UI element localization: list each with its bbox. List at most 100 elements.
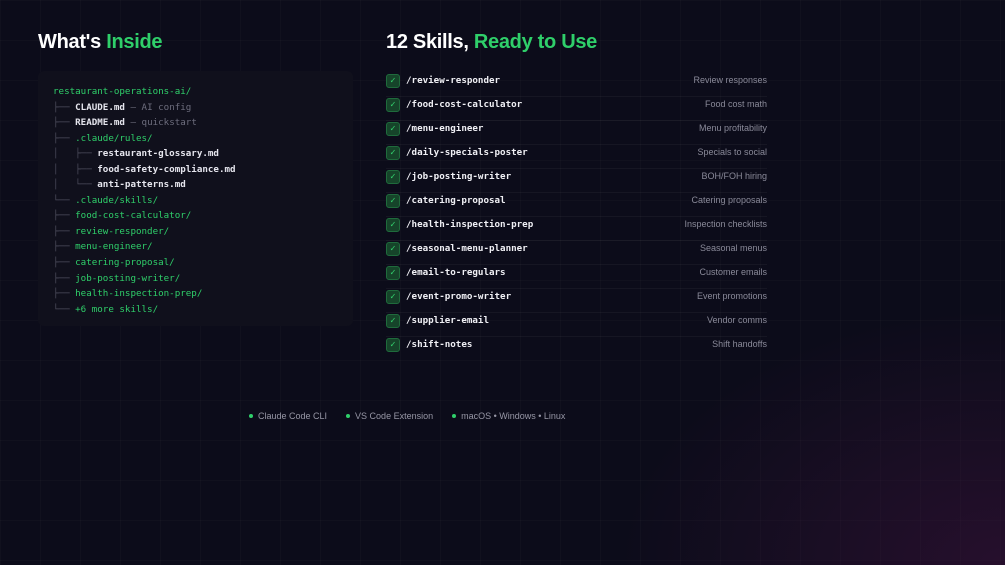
tree-entry-name: menu-engineer/ bbox=[75, 241, 153, 253]
tree-connector: ├── bbox=[53, 257, 76, 269]
skills-list: ✓ /review-responder Review responses ✓ /food… bbox=[386, 73, 767, 360]
tree-entry-name: food-cost-calculator/ bbox=[75, 210, 192, 222]
skill-command: /food-cost-calculator bbox=[406, 99, 523, 110]
tree-entry-name: food-safety-compliance.md bbox=[97, 163, 236, 175]
skill-description: Menu profitability bbox=[698, 123, 767, 133]
tree-folder: restaurant-operations-ai/ bbox=[53, 84, 353, 100]
dot-icon bbox=[452, 414, 457, 418]
skill-command: /seasonal-menu-planner bbox=[406, 243, 528, 254]
tree-entry-name: README.md bbox=[75, 117, 125, 129]
platform-badge: VS Code Extension bbox=[346, 411, 433, 421]
check-icon: ✓ bbox=[386, 242, 400, 256]
skill-description: Catering proposals bbox=[691, 195, 767, 205]
skill-command: /shift-notes bbox=[406, 339, 473, 350]
check-icon: ✓ bbox=[386, 122, 400, 136]
tree-entry-name: +6 more skills/ bbox=[75, 303, 159, 315]
tree-entry-name: restaurant-glossary.md bbox=[97, 148, 219, 160]
check-icon: ✓ bbox=[386, 194, 400, 208]
skill-command: /health-inspection-prep bbox=[406, 219, 534, 230]
tree-entry-name: restaurant-operations-ai/ bbox=[53, 86, 192, 97]
check-icon: ✓ bbox=[386, 314, 400, 328]
heading-accent: Inside bbox=[106, 31, 163, 53]
badge-label: VS Code Extension bbox=[355, 411, 434, 421]
whats-inside-heading: What's Inside bbox=[38, 31, 163, 54]
tree-folder: ├── catering-proposal/ bbox=[53, 255, 353, 271]
tree-connector: └── bbox=[53, 194, 76, 206]
check-icon: ✓ bbox=[386, 146, 400, 160]
tree-connector: └── bbox=[53, 303, 76, 315]
skill-row: ✓ /shift-notes Shift handoffs bbox=[386, 337, 767, 360]
tree-file: ├── README.md — quickstart bbox=[53, 115, 353, 131]
check-icon: ✓ bbox=[386, 290, 400, 304]
badge-label: Claude Code CLI bbox=[258, 411, 328, 421]
tree-entry-name: health-inspection-prep/ bbox=[75, 288, 203, 300]
check-icon: ✓ bbox=[386, 338, 400, 352]
skill-description: BOH/FOH hiring bbox=[701, 171, 767, 181]
file-tree-panel: restaurant-operations-ai/ ├── CLAUDE.md —… bbox=[38, 71, 353, 326]
skill-row: ✓ /job-posting-writer BOH/FOH hiring bbox=[386, 169, 767, 193]
tree-connector: ├── bbox=[53, 241, 76, 253]
tree-connector: ├── bbox=[53, 225, 76, 237]
tree-connector: ├── bbox=[53, 210, 76, 222]
tree-entry-name: review-responder/ bbox=[75, 225, 170, 237]
check-icon: ✓ bbox=[386, 170, 400, 184]
tree-connector: ├── bbox=[53, 132, 76, 144]
skill-row: ✓ /health-inspection-prep Inspection check… bbox=[386, 217, 767, 241]
skill-command: /email-to-regulars bbox=[406, 267, 506, 278]
skill-row: ✓ /review-responder Review responses bbox=[386, 73, 767, 97]
tree-entry-name: CLAUDE.md bbox=[75, 101, 125, 113]
tree-file: │ ├── restaurant-glossary.md bbox=[53, 146, 353, 162]
skill-row: ✓ /menu-engineer Menu profitability bbox=[386, 121, 767, 145]
tree-folder: ├── .claude/rules/ bbox=[53, 131, 353, 147]
skill-command: /review-responder bbox=[406, 75, 501, 86]
tree-connector: │ ├── bbox=[53, 148, 98, 160]
platform-badge: Claude Code CLI bbox=[249, 411, 327, 421]
tree-connector: ├── bbox=[53, 117, 76, 129]
skill-description: Seasonal menus bbox=[699, 243, 767, 253]
tree-connector: ├── bbox=[53, 101, 76, 113]
skill-command: /daily-specials-poster bbox=[406, 147, 528, 158]
check-icon: ✓ bbox=[386, 266, 400, 280]
skill-row: ✓ /email-to-regulars Customer emails bbox=[386, 265, 767, 289]
skill-description: Customer emails bbox=[699, 267, 767, 277]
skill-row: ✓ /food-cost-calculator Food cost math bbox=[386, 97, 767, 121]
tree-folder: ├── menu-engineer/ bbox=[53, 239, 353, 255]
dot-icon bbox=[249, 414, 253, 418]
tree-entry-comment: — quickstart bbox=[124, 117, 197, 129]
tree-folder: └── .claude/skills/ bbox=[53, 193, 353, 209]
tree-entry-name: anti-patterns.md bbox=[97, 179, 186, 191]
skills-heading: 12 Skills, Ready to Use bbox=[386, 31, 597, 54]
tree-entry-comment: — AI config bbox=[124, 101, 192, 113]
check-icon: ✓ bbox=[386, 74, 400, 88]
badge-label: macOS • Windows • Linux bbox=[461, 411, 566, 421]
platform-badge: macOS • Windows • Linux bbox=[452, 411, 565, 421]
skill-description: Shift handoffs bbox=[712, 339, 767, 349]
tree-connector: ├── bbox=[53, 272, 76, 284]
tree-folder: ├── job-posting-writer/ bbox=[53, 271, 353, 287]
skill-command: /supplier-email bbox=[406, 315, 489, 326]
skill-description: Vendor comms bbox=[706, 315, 767, 325]
tree-folder: └── +6 more skills/ bbox=[53, 302, 353, 318]
skill-command: /event-promo-writer bbox=[406, 291, 512, 302]
skill-row: ✓ /event-promo-writer Event promotions bbox=[386, 289, 767, 313]
tree-file: │ ├── food-safety-compliance.md bbox=[53, 162, 353, 178]
tree-file: ├── CLAUDE.md — AI config bbox=[53, 100, 353, 116]
tree-entry-name: job-posting-writer/ bbox=[75, 272, 181, 284]
skill-description: Event promotions bbox=[696, 291, 767, 301]
skill-description: Review responses bbox=[693, 75, 767, 85]
tree-entry-name: .claude/rules/ bbox=[75, 132, 153, 144]
skill-row: ✓ /catering-proposal Catering proposals bbox=[386, 193, 767, 217]
skill-command: /job-posting-writer bbox=[406, 171, 512, 182]
tree-entry-name: .claude/skills/ bbox=[75, 194, 159, 206]
tree-folder: ├── food-cost-calculator/ bbox=[53, 208, 353, 224]
tree-connector: │ └── bbox=[53, 179, 98, 191]
skill-command: /menu-engineer bbox=[406, 123, 484, 134]
heading-text: 12 Skills, bbox=[386, 31, 474, 53]
tree-connector: │ ├── bbox=[53, 163, 98, 175]
skill-row: ✓ /seasonal-menu-planner Seasonal menus bbox=[386, 241, 767, 265]
skill-row: ✓ /daily-specials-poster Specials to socia… bbox=[386, 145, 767, 169]
check-icon: ✓ bbox=[386, 218, 400, 232]
skill-command: /catering-proposal bbox=[406, 195, 506, 206]
skill-description: Food cost math bbox=[704, 99, 767, 109]
check-icon: ✓ bbox=[386, 98, 400, 112]
